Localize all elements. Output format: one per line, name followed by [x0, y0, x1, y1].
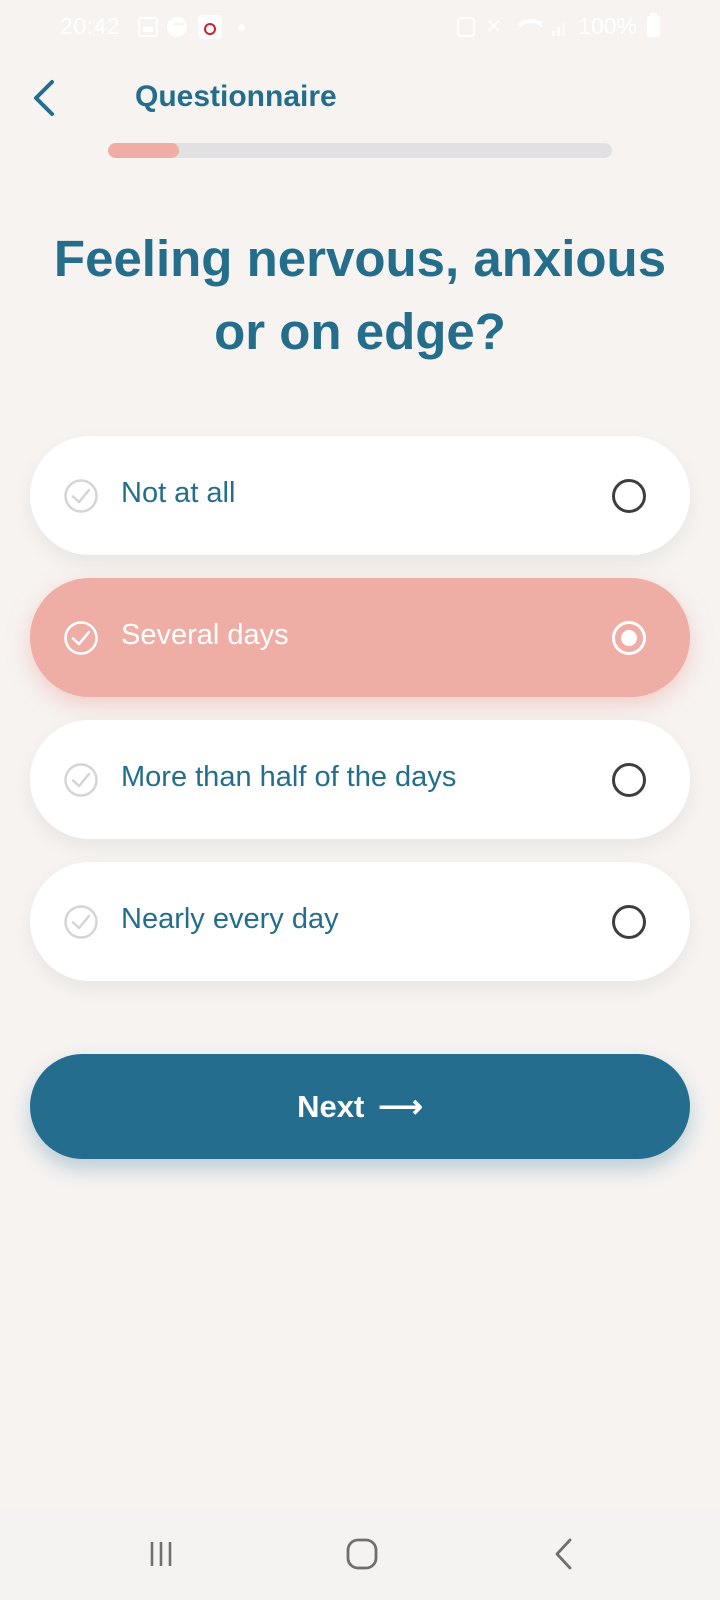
status-icons: ✕ 100%: [457, 13, 660, 40]
system-nav-bar: [0, 1508, 720, 1600]
system-back-button[interactable]: [503, 1508, 623, 1600]
question-heading: Feeling nervous, anxious or on edge?: [30, 222, 690, 368]
status-bar: 20:42 ✕ 100%: [0, 0, 720, 54]
option-label: Not at all: [121, 477, 236, 509]
check-circle-icon: [64, 479, 98, 513]
status-time: 20:42: [60, 13, 121, 39]
next-button[interactable]: Next ⟶: [30, 1054, 690, 1159]
arrow-right-icon: ⟶: [378, 1088, 423, 1124]
home-button[interactable]: [302, 1508, 422, 1600]
option-more-than-half[interactable]: More than half of the days: [30, 720, 690, 839]
page-title: Questionnaire: [135, 80, 337, 113]
back-button[interactable]: [22, 74, 66, 122]
option-label: More than half of the days: [121, 761, 457, 793]
messenger-icon: [167, 17, 187, 37]
radio-button[interactable]: [612, 621, 646, 655]
answer-options: Not at all Several days More than half o…: [30, 436, 690, 1004]
app-notification-icon: [198, 15, 222, 39]
questionnaire-screen: 20:42 ✕ 100% Questionnaire Feeling nervo…: [0, 0, 720, 1600]
progress-fill: [108, 143, 179, 158]
option-several-days[interactable]: Several days: [30, 578, 690, 697]
progress-bar: [108, 143, 612, 158]
check-circle-icon: [64, 621, 98, 655]
option-label: Nearly every day: [121, 903, 339, 935]
radio-button[interactable]: [612, 763, 646, 797]
back-icon: [555, 1538, 572, 1570]
chevron-left-icon: [34, 80, 54, 116]
recents-button[interactable]: [101, 1508, 221, 1600]
check-circle-icon: [64, 763, 98, 797]
nfc-icon: [457, 16, 476, 37]
gallery-icon: [138, 17, 158, 37]
signal-icon: [552, 18, 568, 36]
battery-percent: 100%: [578, 13, 637, 39]
option-nearly-every-day[interactable]: Nearly every day: [30, 862, 690, 981]
check-circle-icon: [64, 905, 98, 939]
radio-button[interactable]: [612, 905, 646, 939]
dot-icon: [238, 24, 245, 31]
recents-icon: [150, 1542, 172, 1566]
home-icon: [346, 1538, 378, 1570]
radio-button[interactable]: [612, 479, 646, 513]
question-line-2: or on edge?: [214, 303, 506, 360]
option-not-at-all[interactable]: Not at all: [30, 436, 690, 555]
question-line-1: Feeling nervous, anxious: [53, 230, 667, 287]
option-label: Several days: [121, 619, 289, 651]
battery-icon: [647, 13, 660, 37]
wifi-icon: [512, 17, 543, 37]
mute-icon: ✕: [485, 16, 503, 38]
next-label: Next: [297, 1088, 365, 1124]
